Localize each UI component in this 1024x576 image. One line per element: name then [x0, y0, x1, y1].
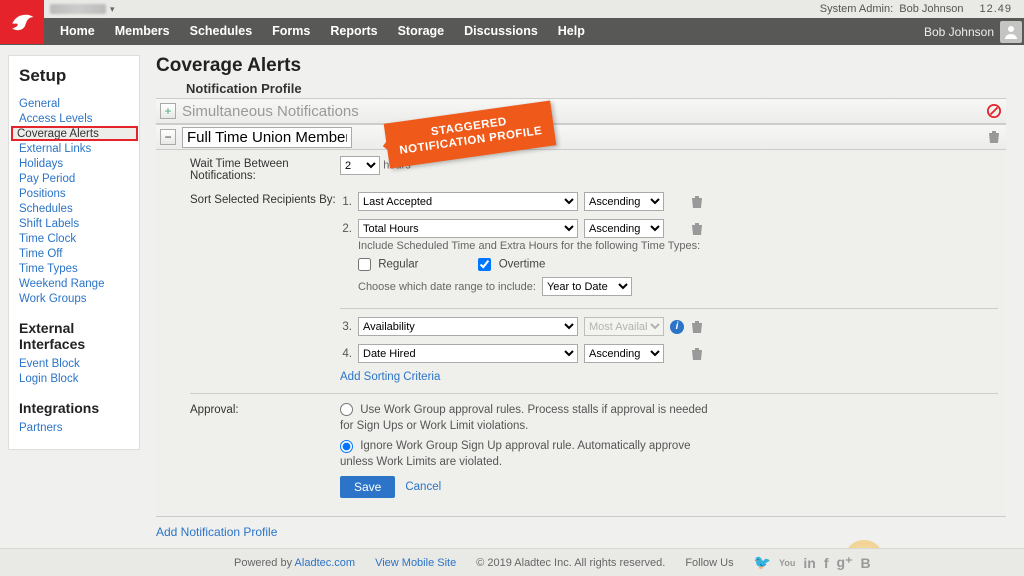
blogger-icon[interactable]: B: [860, 555, 870, 571]
chk-overtime[interactable]: Overtime: [478, 258, 545, 271]
clock: 12.49: [979, 3, 1012, 15]
sidebar-item-external-links[interactable]: External Links: [19, 143, 91, 155]
app-logo[interactable]: [0, 0, 44, 44]
trash-icon[interactable]: [690, 347, 704, 361]
sidebar-title: Setup: [19, 66, 129, 86]
avatar[interactable]: [1000, 21, 1022, 43]
google-plus-icon[interactable]: g⁺: [837, 554, 853, 571]
footer-copyright: © 2019 Aladtec Inc. All rights reserved.: [476, 557, 665, 569]
nav-discussions[interactable]: Discussions: [454, 18, 548, 45]
sidebar-item-partners[interactable]: Partners: [19, 422, 62, 434]
org-dropdown[interactable]: ▾: [50, 2, 115, 16]
wait-time-label: Wait Time Between Notifications:: [190, 156, 340, 182]
profile-title: Simultaneous Notifications: [182, 103, 359, 120]
youtube-icon[interactable]: You: [779, 558, 795, 568]
approval-label: Approval:: [190, 402, 340, 416]
cancel-link[interactable]: Cancel: [405, 481, 441, 493]
nav-forms[interactable]: Forms: [262, 18, 320, 45]
setup-sidebar: Setup General Access Levels Coverage Ale…: [8, 55, 140, 450]
sort-dir-1[interactable]: Ascending: [584, 192, 664, 211]
trash-icon[interactable]: [690, 195, 704, 209]
sidebar-item-positions[interactable]: Positions: [19, 188, 66, 200]
chk-regular[interactable]: Regular: [358, 258, 418, 271]
sidebar-item-work-groups[interactable]: Work Groups: [19, 293, 87, 305]
date-range-select[interactable]: Year to Date: [542, 277, 632, 296]
sidebar-item-general[interactable]: General: [19, 98, 60, 110]
sidebar-item-event-block[interactable]: Event Block: [19, 358, 80, 370]
add-sorting-link[interactable]: Add Sorting Criteria: [340, 371, 440, 383]
add-profile-link[interactable]: Add Notification Profile: [156, 525, 277, 539]
sidebar-item-time-off[interactable]: Time Off: [19, 248, 62, 260]
sidebar-item-pay-period[interactable]: Pay Period: [19, 173, 75, 185]
nav-storage[interactable]: Storage: [388, 18, 455, 45]
sidebar-item-access-levels[interactable]: Access Levels: [19, 113, 93, 125]
help-time-types: Include Scheduled Time and Extra Hours f…: [358, 240, 998, 252]
sort-field-3[interactable]: Availability: [358, 317, 578, 336]
footer-aladtec-link[interactable]: Aladtec.com: [295, 557, 356, 569]
sidebar-group-main: General Access Levels Coverage Alerts Ex…: [19, 96, 129, 306]
profile-row-simultaneous: + Simultaneous Notifications: [156, 98, 1006, 124]
twitter-icon[interactable]: 🐦: [754, 554, 771, 571]
footer-follow: Follow Us: [685, 557, 733, 569]
nav-members[interactable]: Members: [105, 18, 180, 45]
profile-row-fulltime: −: [156, 124, 1006, 150]
help-date-range: Choose which date range to include:: [358, 281, 536, 293]
save-button[interactable]: Save: [340, 476, 395, 498]
sort-dir-4[interactable]: Ascending: [584, 344, 664, 363]
sidebar-item-schedules[interactable]: Schedules: [19, 203, 73, 215]
trash-icon[interactable]: [690, 222, 704, 236]
info-icon[interactable]: i: [670, 320, 684, 334]
sidebar-item-time-clock[interactable]: Time Clock: [19, 233, 76, 245]
profile-title-input[interactable]: [182, 127, 352, 148]
sidebar-item-time-types[interactable]: Time Types: [19, 263, 78, 275]
org-name-blurred: [50, 4, 106, 14]
profile-panel: Wait Time Between Notifications: 2 hours…: [156, 150, 1006, 517]
approval-opt-1[interactable]: Use Work Group approval rules. Process s…: [340, 402, 720, 434]
sort-field-2[interactable]: Total Hours: [358, 219, 578, 238]
sort-dir-3: Most Available: [584, 317, 664, 336]
page-footer: Powered by Aladtec.com View Mobile Site …: [0, 548, 1024, 576]
collapse-icon[interactable]: −: [160, 129, 176, 145]
wait-time-select[interactable]: 2: [340, 156, 380, 175]
footer-mobile-link[interactable]: View Mobile Site: [375, 557, 456, 569]
sidebar-item-holidays[interactable]: Holidays: [19, 158, 63, 170]
nav-schedules[interactable]: Schedules: [180, 18, 263, 45]
main-content: Coverage Alerts Notification Profile + S…: [156, 55, 1016, 539]
expand-icon[interactable]: +: [160, 103, 176, 119]
trash-icon[interactable]: [690, 320, 704, 334]
sysadmin-label: System Admin: Bob Johnson: [820, 3, 964, 15]
nav-user[interactable]: Bob Johnson: [924, 25, 1000, 39]
approval-opt-2[interactable]: Ignore Work Group Sign Up approval rule.…: [340, 438, 720, 470]
main-nav: Home Members Schedules Forms Reports Sto…: [0, 18, 1024, 45]
section-subtitle: Notification Profile: [156, 81, 1006, 96]
sort-dir-2[interactable]: Ascending: [584, 219, 664, 238]
nav-home[interactable]: Home: [50, 18, 105, 45]
sort-field-1[interactable]: Last Accepted: [358, 192, 578, 211]
linkedin-icon[interactable]: in: [803, 555, 815, 571]
social-icons: 🐦 You in f g⁺ B: [754, 554, 871, 571]
sort-field-4[interactable]: Date Hired: [358, 344, 578, 363]
chevron-down-icon: ▾: [110, 4, 115, 15]
sidebar-item-login-block[interactable]: Login Block: [19, 373, 78, 385]
facebook-icon[interactable]: f: [824, 555, 829, 571]
sort-label: Sort Selected Recipients By:: [190, 192, 340, 206]
nav-help[interactable]: Help: [548, 18, 595, 45]
sidebar-heading-integrations: Integrations: [19, 400, 129, 416]
person-icon: [1003, 24, 1019, 40]
bird-icon: [9, 9, 35, 35]
delete-profile-icon[interactable]: [986, 129, 1002, 145]
sidebar-item-coverage-alerts[interactable]: Coverage Alerts: [17, 128, 99, 140]
page-title: Coverage Alerts: [156, 55, 1006, 77]
sidebar-heading-external: External Interfaces: [19, 320, 129, 352]
system-topbar: System Admin: Bob Johnson 12.49: [0, 0, 1024, 18]
sidebar-item-weekend-range[interactable]: Weekend Range: [19, 278, 104, 290]
warning-icon[interactable]: [986, 103, 1002, 119]
nav-reports[interactable]: Reports: [320, 18, 387, 45]
sidebar-item-shift-labels[interactable]: Shift Labels: [19, 218, 79, 230]
